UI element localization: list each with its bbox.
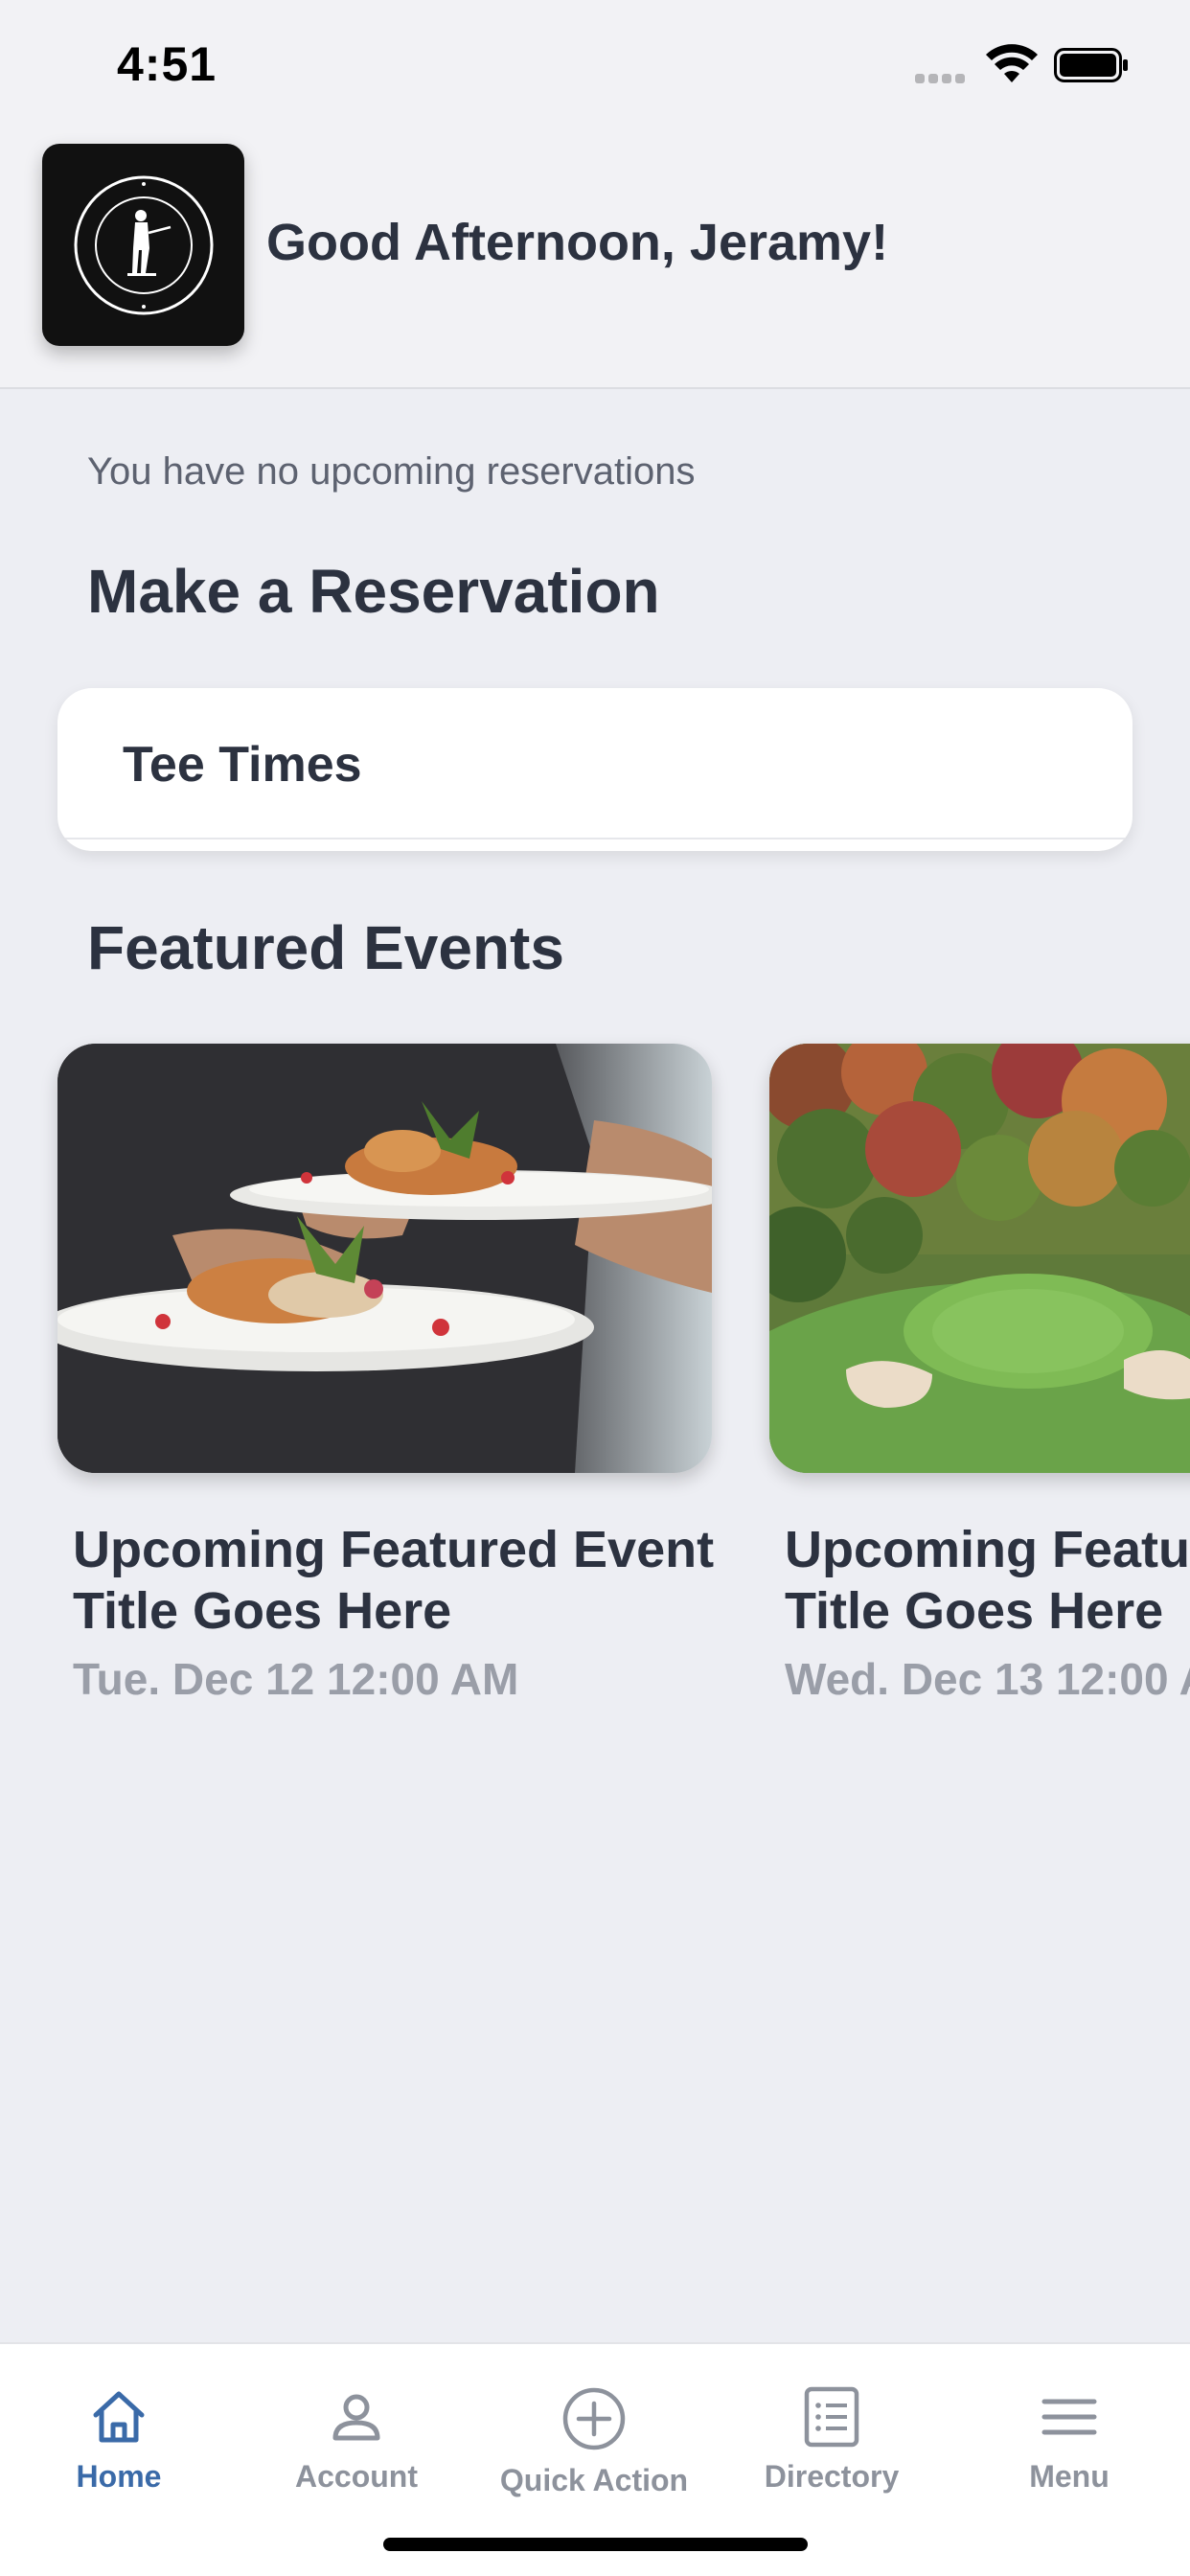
hamburger-menu-icon	[1041, 2399, 1097, 2435]
tee-times-label: Tee Times	[123, 737, 362, 793]
tab-label: Home	[76, 2459, 162, 2494]
event-title: Upcoming Featured Event Title Goes Here	[785, 1521, 1190, 1640]
tab-home[interactable]: Home	[0, 2386, 238, 2495]
event-image-plated-dinner[interactable]	[57, 1044, 712, 1473]
event-date: Tue. Dec 12 12:00 AM	[73, 1654, 519, 1704]
wifi-icon	[986, 44, 1038, 82]
status-bar: 4:51	[0, 0, 1190, 125]
home-screen: 4:51 Good Afternoon, Jeramy! You have no…	[0, 0, 1190, 2576]
tab-directory[interactable]: Directory	[713, 2386, 950, 2495]
cellular-signal-icon	[915, 71, 971, 83]
card-divider	[57, 838, 1133, 840]
status-time: 4:51	[117, 37, 217, 91]
home-header: Good Afternoon, Jeramy!	[0, 125, 1190, 389]
event-image-golf-course[interactable]	[769, 1044, 1190, 1473]
tab-label: Quick Action	[499, 2463, 689, 2497]
list-document-icon	[804, 2386, 859, 2448]
person-icon	[332, 2394, 380, 2441]
battery-icon	[1054, 48, 1128, 82]
plated-dinner-photo	[57, 1044, 712, 1473]
no-reservations-message: You have no upcoming reservations	[87, 450, 696, 493]
featured-event-card[interactable]: Upcoming Featured Event Title Goes Here …	[769, 1044, 1190, 1705]
club-seal-icon	[74, 175, 213, 314]
club-logo[interactable]	[42, 144, 244, 346]
tee-times-button[interactable]: Tee Times	[57, 688, 1133, 851]
event-title: Upcoming Featured Event Title Goes Here	[73, 1521, 715, 1640]
greeting-text: Good Afternoon, Jeramy!	[266, 214, 889, 271]
event-date: Wed. Dec 13 12:00 AM	[785, 1654, 1190, 1704]
featured-events-heading: Featured Events	[87, 913, 564, 982]
tab-label: Menu	[1029, 2459, 1110, 2494]
tab-account[interactable]: Account	[238, 2386, 475, 2495]
home-icon	[93, 2391, 145, 2443]
home-indicator[interactable]	[383, 2538, 808, 2551]
tab-label: Directory	[764, 2459, 900, 2494]
tab-menu[interactable]: Menu	[950, 2386, 1188, 2495]
golf-course-aerial-photo	[769, 1044, 1190, 1473]
featured-event-card[interactable]: Upcoming Featured Event Title Goes Here …	[57, 1044, 714, 1705]
tab-label: Account	[295, 2459, 418, 2494]
plus-circle-icon	[562, 2387, 626, 2450]
make-reservation-heading: Make a Reservation	[87, 557, 660, 626]
tab-quick-action[interactable]: Quick Action	[475, 2386, 713, 2498]
